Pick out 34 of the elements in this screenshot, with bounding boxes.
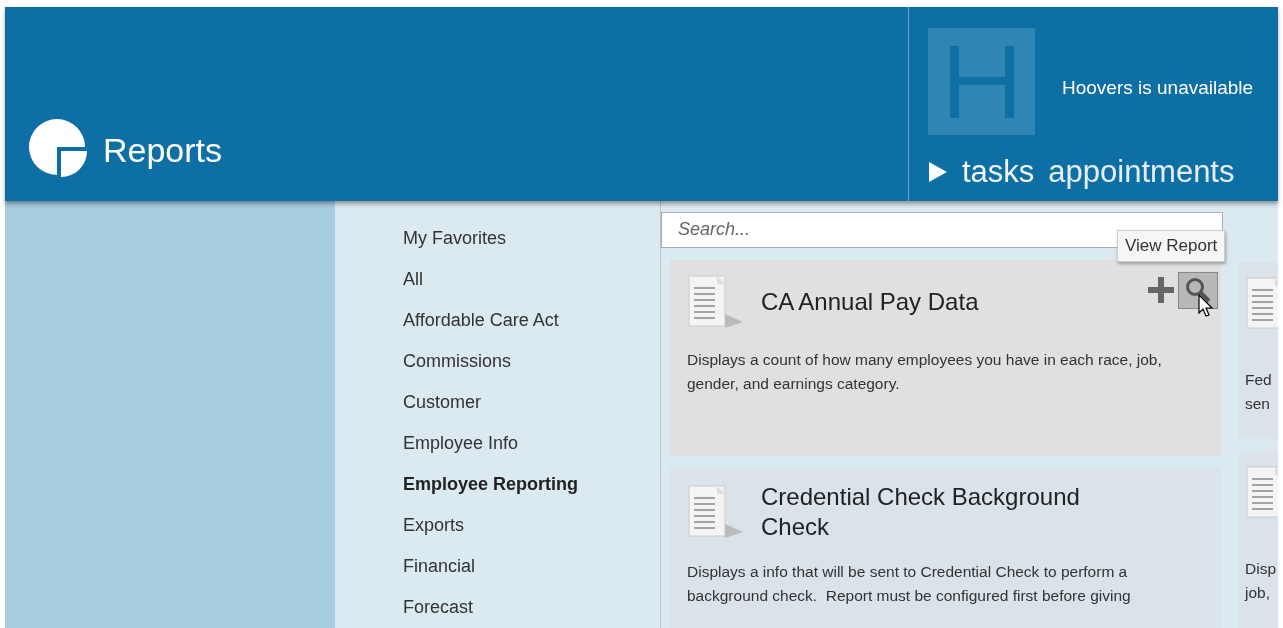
category-item[interactable]: Commissions [403,340,660,381]
report-description: job, [1245,583,1271,603]
category-item[interactable]: Forecast [403,586,660,627]
h-logo-icon [928,28,1035,135]
nav-tab[interactable]: appointments [1048,156,1235,187]
report-card[interactable]: Fed sen [1239,262,1278,439]
category-item[interactable]: Customer [403,381,660,422]
report-description: sen [1245,394,1271,414]
logo-icon [27,117,89,179]
page-title: Reports [103,133,223,167]
category-item[interactable]: Exports [403,504,660,545]
report-card[interactable]: Credential Check Background Check Displays a info that will be sent to Credential Check to perform a background check. Report must be configured first before giving [670,468,1221,628]
document-icon [687,484,744,540]
cursor-icon [1198,294,1214,318]
report-description: Displays a info that will be sent to Credential Check to perform a background check. Report must be configured first before giving [687,562,1132,606]
report-description: Disp [1245,559,1277,579]
report-title: Credential Check Background Check [761,482,1081,542]
add-icon[interactable] [1148,277,1174,304]
category-item[interactable]: Employee Info [403,422,660,463]
view-report-button[interactable] [1178,271,1218,309]
status-message: Hoovers is unavailable [1062,76,1254,100]
report-card[interactable]: CA Annual Pay Data Displays a count of how many employees you have in each race, job, gender, and earnings category. [670,259,1221,456]
category-item[interactable]: Employee Reporting [403,463,660,504]
category-item[interactable]: My Favorites [403,217,660,258]
category-item[interactable]: Financial [403,545,660,586]
report-description: Fed [1245,370,1273,390]
category-item[interactable]: All [403,258,660,299]
report-description: Displays a count of how many employees you have in each race, job, gender, and earnings category. [687,349,1163,394]
tooltip: View Report [1117,230,1226,262]
document-icon [687,273,744,330]
report-title: CA Annual Pay Data [761,286,980,317]
category-item[interactable]: Affordable Care Act [403,299,660,340]
report-card[interactable]: Disp job, [1239,451,1278,628]
nav-tab[interactable]: tasks [962,156,1035,187]
